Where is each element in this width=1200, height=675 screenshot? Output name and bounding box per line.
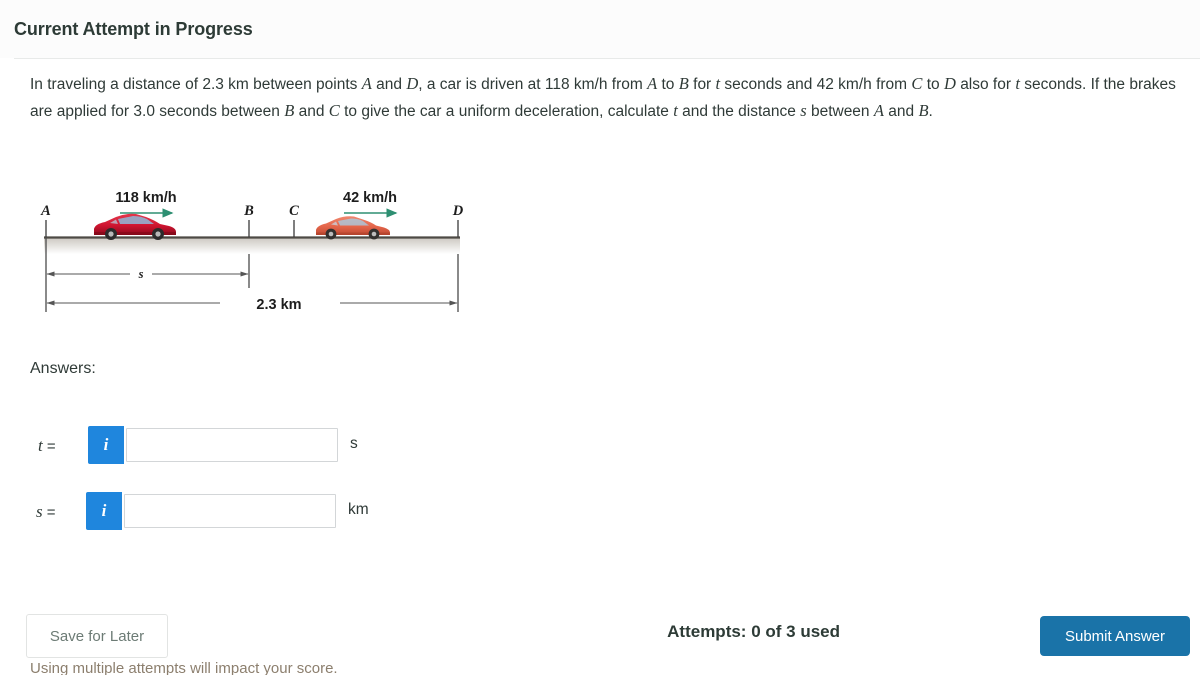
problem-var-a3: A [873,101,884,120]
header-divider [14,58,1200,59]
info-icon[interactable]: i [86,492,122,530]
page-title: Current Attempt in Progress [14,19,253,39]
info-icon[interactable]: i [88,426,124,464]
problem-text-14: between [806,103,874,120]
answer-input-s[interactable] [124,494,336,528]
submit-answer-button[interactable]: Submit Answer [1040,616,1190,656]
answer-var-s: s [36,502,43,521]
problem-figure: 118 km/h 42 km/h A B C D s 2.3 km [30,186,470,316]
problem-text-4: to [657,76,679,93]
problem-text-6: seconds and 42 km/h from [720,76,912,93]
point-label-b: B [243,203,254,219]
problem-text-10: and [294,103,329,120]
dimension-label-s: s [138,267,144,281]
point-label-c: C [289,203,299,219]
problem-var-d2: D [943,74,956,93]
problem-var-d: D [406,74,419,93]
problem-text-8: also for [960,76,1016,93]
problem-var-a: A [361,74,372,93]
problem-text-15: and [883,103,919,120]
answers-heading: Answers: [30,360,96,377]
problem-text-5: for [688,76,716,93]
save-for-later-button[interactable]: Save for Later [26,614,168,658]
problem-text-3: , a car is driven at 118 km/h from [418,76,648,93]
problem-text-11: to give the car a uniform deceleration, … [339,103,674,120]
answer-unit-s: km [348,501,369,518]
problem-var-b2: B [284,101,295,120]
speed-label-right: 42 km/h [343,190,397,206]
attempts-footnote: Using multiple attempts will impact your… [30,660,338,675]
point-label-a: A [40,203,51,219]
problem-text-7: to [922,76,944,93]
speed-label-left: 118 km/h [115,190,176,206]
problem-text-1: In traveling a distance of 2.3 km betwee… [30,76,362,93]
attempts-counter: Attempts: 0 of 3 used [667,622,840,641]
problem-text-16: . [928,103,933,120]
answer-unit-t: s [350,435,358,452]
answer-label-t: t = [38,436,84,456]
problem-text-13: distance [738,103,801,120]
problem-var-c: C [911,74,923,93]
road-surface [44,238,460,254]
page-header: Current Attempt in Progress [0,0,1200,58]
answer-label-s: s = [36,502,82,522]
point-label-d: D [452,203,464,219]
problem-text-2: and [371,76,407,93]
answer-equals-t: = [42,438,56,455]
problem-text-12: and the [677,103,734,120]
dimension-label-total: 2.3 km [256,297,301,313]
problem-var-c2: C [328,101,340,120]
question-page: Current Attempt in Progress In traveling… [0,0,1200,675]
problem-var-b3: B [918,101,929,120]
problem-var-b: B [678,74,689,93]
answer-equals-s: = [42,504,56,521]
car-left-icon [94,213,176,240]
problem-statement: In traveling a distance of 2.3 km betwee… [30,71,1180,125]
problem-var-a2: A [647,74,658,93]
answer-input-t[interactable] [126,428,338,462]
car-right-icon [316,216,390,240]
